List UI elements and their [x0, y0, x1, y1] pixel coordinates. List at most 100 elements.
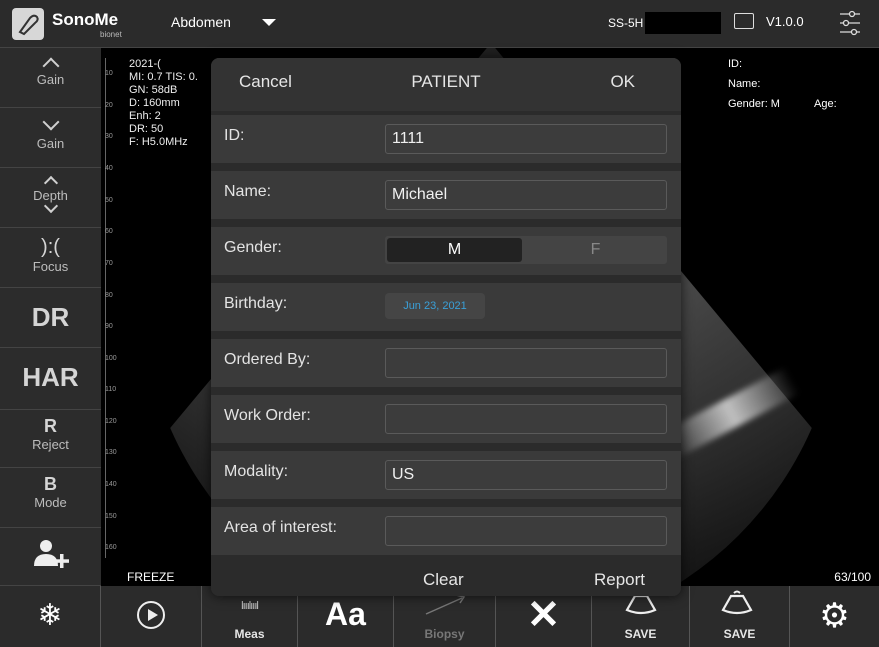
- ruler-tick: 20: [105, 102, 113, 109]
- ok-button[interactable]: OK: [610, 72, 635, 92]
- ruler-tick: 130: [105, 449, 117, 456]
- preset-select[interactable]: Abdomen: [171, 14, 231, 30]
- ruler-tick: 40: [105, 165, 113, 172]
- gender-f-option[interactable]: F: [526, 238, 665, 262]
- modality-label: Modality:: [224, 463, 289, 480]
- save-cine-label: SAVE: [723, 627, 756, 641]
- modality-field[interactable]: [385, 460, 667, 490]
- version-label: V1.0.0: [766, 14, 804, 29]
- name-field[interactable]: [385, 180, 667, 210]
- gain-down-button[interactable]: Gain: [0, 108, 101, 168]
- work-order-row: Work Order:: [211, 391, 681, 443]
- gender-toggle: M F: [385, 236, 667, 264]
- summary-gender: Gender: M: [728, 98, 780, 110]
- cine-play-button[interactable]: [101, 586, 202, 647]
- snowflake-icon: ❄: [37, 599, 63, 632]
- birthday-label: Birthday:: [224, 295, 288, 312]
- brand-sub: bionet: [100, 30, 122, 39]
- ruler-tick: 30: [105, 133, 113, 140]
- name-label: Name:: [224, 183, 272, 200]
- enh-value: Enh: 2: [129, 110, 161, 122]
- area-of-interest-field[interactable]: [385, 516, 667, 546]
- name-row: Name:: [211, 167, 681, 219]
- brand-name: SonoMe: [52, 10, 119, 29]
- birthday-picker[interactable]: Jun 23, 2021: [385, 293, 485, 319]
- ruler-tick: 100: [105, 355, 117, 362]
- reject-label: Reject: [32, 437, 69, 452]
- ordered-by-field[interactable]: [385, 348, 667, 378]
- gain-value: GN: 58dB: [129, 84, 178, 96]
- play-icon: [137, 601, 165, 629]
- mi-tis: MI: 0.7 TIS: 0.: [129, 71, 198, 83]
- add-user-icon: [33, 540, 69, 568]
- summary-age-label: Age:: [814, 98, 837, 110]
- freeze-button[interactable]: ❄: [0, 586, 101, 647]
- ruler-tick: 80: [105, 292, 113, 299]
- ruler-tick: 140: [105, 481, 117, 488]
- freq-value: F: H5.0MHz: [129, 136, 188, 148]
- focus-button[interactable]: ):( Focus: [0, 228, 101, 288]
- ordered-by-row: Ordered By:: [211, 335, 681, 387]
- ruler-tick: 10: [105, 70, 113, 77]
- redacted-block: [781, 72, 843, 88]
- reject-letter: R: [44, 416, 57, 436]
- biopsy-label: Biopsy: [424, 627, 465, 641]
- id-row: ID:: [211, 111, 681, 163]
- work-order-field[interactable]: [385, 404, 667, 434]
- screen-icon[interactable]: [734, 13, 754, 29]
- left-control-panel: Gain Gain Depth ):( Focus DR HAR R Rejec…: [0, 48, 101, 586]
- dr-label: DR: [31, 302, 70, 332]
- work-order-label: Work Order:: [224, 407, 311, 424]
- save-image-label: SAVE: [624, 627, 657, 641]
- depth-value: D: 160mm: [129, 97, 180, 109]
- gain-up-button[interactable]: Gain: [0, 48, 101, 108]
- scan-parameters: 2021-( MI: 0.7 TIS: 0. GN: 58dB D: 160mm…: [129, 58, 198, 149]
- ordered-by-label: Ordered By:: [224, 351, 311, 368]
- modality-row: Modality:: [211, 447, 681, 499]
- sliders-icon[interactable]: [839, 9, 861, 37]
- brand-logo: SonoMe bionet: [12, 8, 132, 42]
- chevron-down-icon: [42, 113, 59, 131]
- gender-m-option[interactable]: M: [387, 238, 522, 262]
- depth-button[interactable]: Depth: [0, 168, 101, 228]
- save-cine-button[interactable]: SAVE: [690, 586, 790, 647]
- redacted-block: [841, 98, 871, 114]
- add-patient-button[interactable]: [0, 528, 101, 586]
- ruler-tick: 90: [105, 323, 113, 330]
- ruler-icon: lııılıııl: [241, 600, 259, 612]
- gear-icon: ⚙: [819, 597, 850, 635]
- redacted-block: [761, 56, 821, 70]
- cine-save-icon: [721, 590, 753, 615]
- ruler-tick: 160: [105, 544, 117, 551]
- id-field[interactable]: [385, 124, 667, 154]
- ruler-tick: 50: [105, 197, 113, 204]
- frame-counter: 63/100: [834, 570, 871, 584]
- focus-icon: ):(: [41, 236, 60, 258]
- reject-button[interactable]: R Reject: [0, 410, 101, 468]
- ruler-tick: 150: [105, 513, 117, 520]
- focus-label: Focus: [32, 259, 69, 274]
- summary-name-label: Name:: [728, 78, 761, 90]
- annotation-label: Aa: [325, 596, 366, 632]
- id-label: ID:: [224, 127, 245, 144]
- gain-down-label: Gain: [36, 136, 65, 151]
- dr-value: DR: 50: [129, 123, 164, 135]
- har-button[interactable]: HAR: [0, 348, 101, 410]
- redacted-block: [645, 12, 721, 34]
- clear-button[interactable]: Clear: [423, 570, 464, 590]
- close-icon: ✕: [526, 593, 561, 637]
- chevron-down-icon[interactable]: [262, 19, 276, 26]
- area-of-interest-row: Area of interest:: [211, 503, 681, 555]
- meas-label: Meas: [234, 627, 265, 641]
- b-mode-button[interactable]: B Mode: [0, 468, 101, 528]
- top-bar: SonoMe bionet Abdomen SS-5H V1.0.0: [0, 0, 879, 48]
- settings-button[interactable]: ⚙: [790, 586, 879, 647]
- probe-model: SS-5H: [608, 16, 644, 30]
- b-mode-letter: B: [44, 474, 57, 494]
- gender-label: Gender:: [224, 239, 282, 256]
- ruler-tick: 120: [105, 418, 117, 425]
- ruler-tick: 70: [105, 260, 113, 267]
- dr-button[interactable]: DR: [0, 288, 101, 348]
- patient-dialog: Cancel PATIENT OK ID: Name: Gender: M F …: [211, 58, 681, 596]
- report-button[interactable]: Report: [594, 570, 645, 590]
